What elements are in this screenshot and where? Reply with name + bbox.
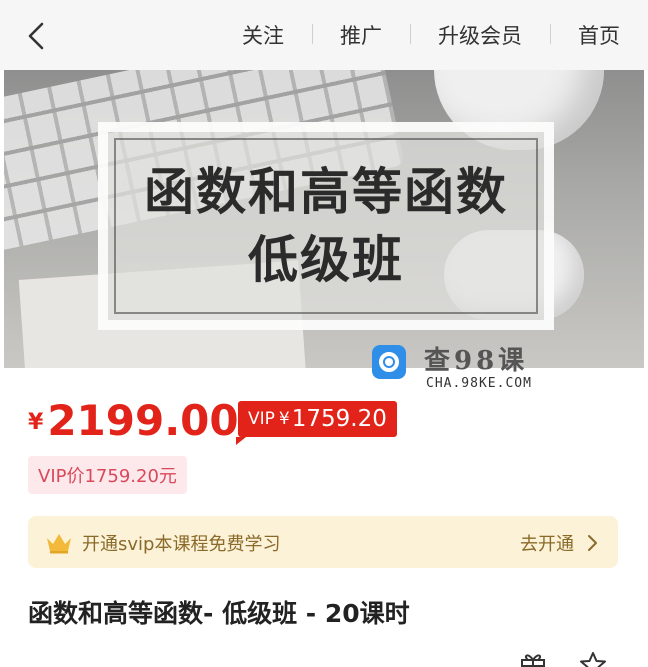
price-amount: 2199.00 [47,396,239,445]
vip-badge-currency: ¥ [278,409,290,429]
svip-open-button[interactable]: 去开通 [520,530,598,556]
watermark: 查98课 CHA.98KE.COM [372,340,552,396]
svip-promo-bar[interactable]: 开通svip本课程免费学习 去开通 [28,516,618,568]
crown-icon [47,534,71,554]
chevron-right-icon [588,535,597,551]
top-nav: 关注 推广 升级会员 首页 [214,0,648,70]
course-title: 函数和高等函数- 低级班 - 20课时 [28,599,410,628]
nav-upgrade-member[interactable]: 升级会员 [410,20,550,50]
banner-title-line2: 低级班 [248,231,404,289]
svip-promo-text: 开通svip本课程免费学习 [82,534,281,555]
vip-price-tag: VIP价1759.20元 [28,456,187,494]
vip-badge-amount: 1759.20 [291,406,387,432]
vip-price-badge: VIP ¥ 1759.20 [236,401,397,445]
chevron-left-icon [28,22,44,50]
gift-icon[interactable] [518,650,548,667]
price-currency: ¥ [28,410,44,435]
nav-follow[interactable]: 关注 [214,20,312,50]
vip-badge-label: VIP [248,409,275,429]
watermark-title: 查98课 [424,346,529,376]
course-price: ¥2199.00 [28,396,239,445]
watermark-logo-icon [372,345,406,379]
nav-promote[interactable]: 推广 [312,20,410,50]
back-button[interactable] [22,20,54,52]
watermark-subtitle: CHA.98KE.COM [426,376,532,391]
banner-title-line1: 函数和高等函数 [144,163,508,221]
svip-open-label: 去开通 [520,534,574,555]
star-icon[interactable] [578,650,608,667]
course-banner: 函数和高等函数 低级班 [4,70,644,368]
nav-home[interactable]: 首页 [550,20,648,50]
top-bar: 关注 推广 升级会员 首页 [0,0,648,70]
banner-title-frame: 函数和高等函数 低级班 [98,122,554,330]
